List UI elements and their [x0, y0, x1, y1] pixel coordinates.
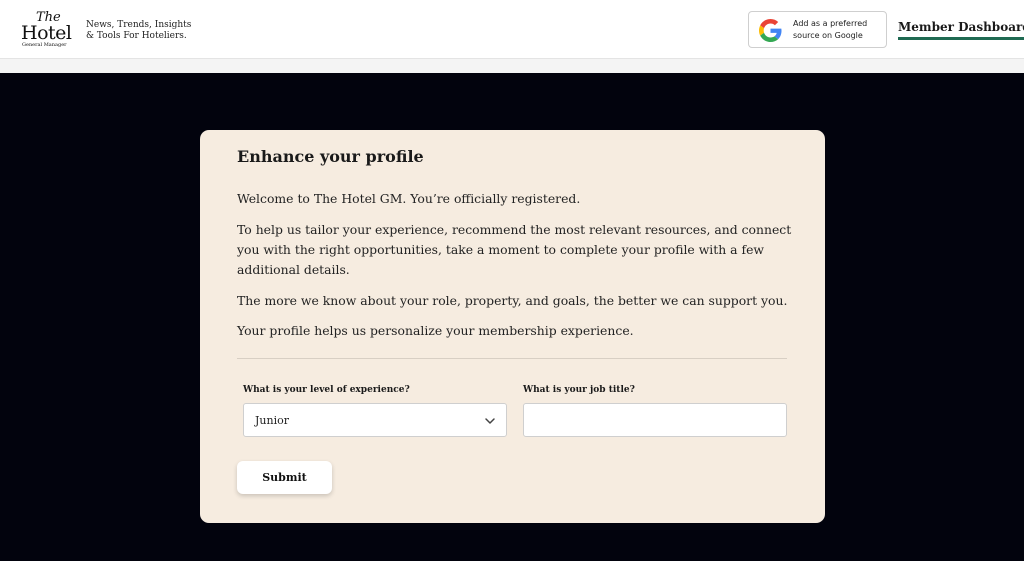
site-tagline: News, Trends, Insights & Tools For Hotel…	[86, 20, 191, 42]
divider	[237, 358, 787, 359]
google-button-line-1: Add as a preferred	[793, 19, 868, 28]
google-preferred-source-button[interactable]: Add as a preferred source on Google	[748, 11, 887, 48]
experience-label: What is your level of experience?	[243, 385, 410, 395]
logo-subtitle-text: General Manager	[22, 42, 67, 48]
google-button-line-2: source on Google	[793, 31, 863, 40]
tagline-line-2: & Tools For Hoteliers.	[86, 31, 187, 41]
welcome-paragraph: Welcome to The Hotel GM. You’re official…	[237, 191, 581, 206]
logo-hotel-text: Hotel	[21, 22, 72, 44]
submit-button[interactable]: Submit	[237, 461, 332, 494]
job-title-input[interactable]	[523, 403, 787, 437]
tagline-line-1: News, Trends, Insights	[86, 20, 192, 30]
experience-selected-value: Junior	[255, 414, 289, 427]
site-header: The Hotel General Manager News, Trends, …	[0, 0, 1024, 59]
member-dashboard-link[interactable]: Member Dashboard	[898, 20, 1024, 40]
chevron-down-icon	[485, 418, 495, 424]
personalize-paragraph: Your profile helps us personalize your m…	[237, 323, 634, 338]
role-paragraph: The more we know about your role, proper…	[237, 293, 788, 308]
google-g-icon	[759, 19, 782, 42]
job-title-label: What is your job title?	[523, 385, 635, 395]
hotel-gm-logo[interactable]: The Hotel General Manager	[21, 11, 72, 51]
experience-select[interactable]: Junior	[243, 403, 507, 437]
tailor-paragraph: To help us tailor your experience, recom…	[237, 222, 792, 277]
card-title: Enhance your profile	[237, 147, 424, 166]
enhance-profile-card: Enhance your profile Welcome to The Hote…	[200, 130, 825, 523]
header-bottom-strip	[0, 59, 1024, 73]
google-button-text: Add as a preferred source on Google	[793, 18, 867, 42]
